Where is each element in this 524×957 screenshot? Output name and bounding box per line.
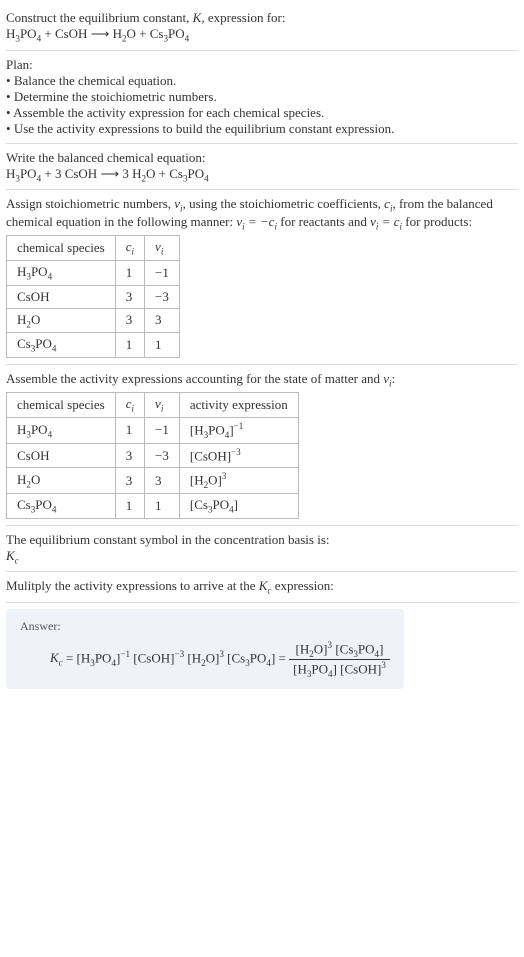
stoich-text: for reactants and (277, 214, 370, 229)
activity-section: Assemble the activity expressions accoun… (6, 365, 518, 526)
table-row: H3PO41−1 (7, 260, 180, 285)
table-row: Cs3PO411[Cs3PO4] (7, 494, 299, 519)
answer-fraction: [H2O]3 [Cs3PO4] [H3PO4] [CsOH]3 (289, 640, 390, 679)
cell-nui: 1 (145, 494, 180, 519)
answer-label: Answer: (20, 619, 390, 634)
cell-ci: 1 (115, 260, 144, 285)
col-nui: νi (145, 393, 180, 418)
table-header-row: chemical species ci νi activity expressi… (7, 393, 299, 418)
cell-activity: [H2O]3 (179, 468, 298, 494)
cell-species: H2O (7, 468, 116, 494)
cell-nui: −3 (145, 285, 180, 308)
cell-species: H2O (7, 308, 116, 333)
stoich-intro: Assign stoichiometric numbers, νi, using… (6, 196, 518, 231)
multiply-section: Mulitply the activity expressions to arr… (6, 572, 518, 603)
col-ci: ci (115, 393, 144, 418)
multiply-Kc: Kc (259, 578, 272, 593)
answer-denominator: [H3PO4] [CsOH]3 (289, 660, 390, 679)
table-row: CsOH3−3 (7, 285, 180, 308)
answer-numerator: [H2O]3 [Cs3PO4] (289, 640, 390, 660)
cell-ci: 3 (115, 443, 144, 467)
table-row: CsOH3−3[CsOH]−3 (7, 443, 299, 467)
stoich-text: Assign stoichiometric numbers, (6, 196, 174, 211)
plan-section: Plan: • Balance the chemical equation. •… (6, 51, 518, 144)
col-ci: ci (115, 236, 144, 261)
cell-ci: 3 (115, 468, 144, 494)
balanced-equation: H3PO4 + 3 CsOH ⟶ 3 H2O + Cs3PO4 (6, 166, 518, 184)
cell-ci: 3 (115, 308, 144, 333)
cell-species: CsOH (7, 285, 116, 308)
cell-nui: 3 (145, 468, 180, 494)
cell-ci: 1 (115, 417, 144, 443)
cell-activity: [Cs3PO4] (179, 494, 298, 519)
cell-nui: −3 (145, 443, 180, 467)
rel-products: νi = ci (370, 214, 402, 229)
plan-item-text: Balance the chemical equation. (14, 73, 176, 88)
balanced-section: Write the balanced chemical equation: H3… (6, 144, 518, 191)
symbol-section: The equilibrium constant symbol in the c… (6, 526, 518, 573)
stoich-table: chemical species ci νi H3PO41−1 CsOH3−3 … (6, 235, 180, 357)
symbol-intro: The equilibrium constant symbol in the c… (6, 532, 518, 548)
plan-item: • Determine the stoichiometric numbers. (6, 89, 518, 105)
cell-activity: [H3PO4]−1 (179, 417, 298, 443)
activity-table: chemical species ci νi activity expressi… (6, 392, 299, 518)
cell-nui: −1 (145, 260, 180, 285)
cell-species: CsOH (7, 443, 116, 467)
intro-text-b: , expression for: (201, 10, 285, 25)
col-species: chemical species (7, 393, 116, 418)
col-species: chemical species (7, 236, 116, 261)
answer-box: Answer: Kc = [H3PO4]−1 [CsOH]−3 [H2O]3 [… (6, 609, 404, 689)
cell-ci: 1 (115, 494, 144, 519)
table-row: H3PO41−1[H3PO4]−1 (7, 417, 299, 443)
answer-equation: Kc = [H3PO4]−1 [CsOH]−3 [H2O]3 [Cs3PO4] … (50, 640, 390, 679)
multiply-text-a: Mulitply the activity expressions to arr… (6, 578, 259, 593)
intro-section: Construct the equilibrium constant, K, e… (6, 4, 518, 51)
plan-item-text: Use the activity expressions to build th… (14, 121, 395, 136)
activity-intro: Assemble the activity expressions accoun… (6, 371, 518, 389)
cell-activity: [CsOH]−3 (179, 443, 298, 467)
cell-species: Cs3PO4 (7, 494, 116, 519)
cell-nui: 1 (145, 333, 180, 358)
intro-line: Construct the equilibrium constant, K, e… (6, 10, 518, 26)
table-row: Cs3PO411 (7, 333, 180, 358)
cell-nui: −1 (145, 417, 180, 443)
plan-item: • Use the activity expressions to build … (6, 121, 518, 137)
stoich-text: for products: (402, 214, 472, 229)
table-row: H2O33[H2O]3 (7, 468, 299, 494)
plan-item: • Balance the chemical equation. (6, 73, 518, 89)
cell-species: H3PO4 (7, 260, 116, 285)
plan-item: • Assemble the activity expression for e… (6, 105, 518, 121)
multiply-text-b: expression: (271, 578, 333, 593)
cell-nui: 3 (145, 308, 180, 333)
cell-species: H3PO4 (7, 417, 116, 443)
plan-item-text: Determine the stoichiometric numbers. (14, 89, 217, 104)
balanced-title: Write the balanced chemical equation: (6, 150, 518, 166)
intro-equation: H3PO4 + CsOH ⟶ H2O + Cs3PO4 (6, 26, 518, 44)
plan-title: Plan: (6, 57, 518, 73)
symbol-Kc: Kc (6, 548, 518, 566)
col-activity: activity expression (179, 393, 298, 418)
table-row: H2O33 (7, 308, 180, 333)
cell-ci: 1 (115, 333, 144, 358)
intro-text-a: Construct the equilibrium constant, (6, 10, 193, 25)
cell-species: Cs3PO4 (7, 333, 116, 358)
stoich-text: , using the stoichiometric coefficients, (183, 196, 385, 211)
rel-reactants: νi = −ci (236, 214, 277, 229)
plan-item-text: Assemble the activity expression for eac… (13, 105, 324, 120)
answer-section: Answer: Kc = [H3PO4]−1 [CsOH]−3 [H2O]3 [… (6, 603, 518, 689)
col-nui: νi (145, 236, 180, 261)
cell-ci: 3 (115, 285, 144, 308)
stoich-section: Assign stoichiometric numbers, νi, using… (6, 190, 518, 365)
table-header-row: chemical species ci νi (7, 236, 180, 261)
nu-symbol: νi (174, 196, 182, 211)
